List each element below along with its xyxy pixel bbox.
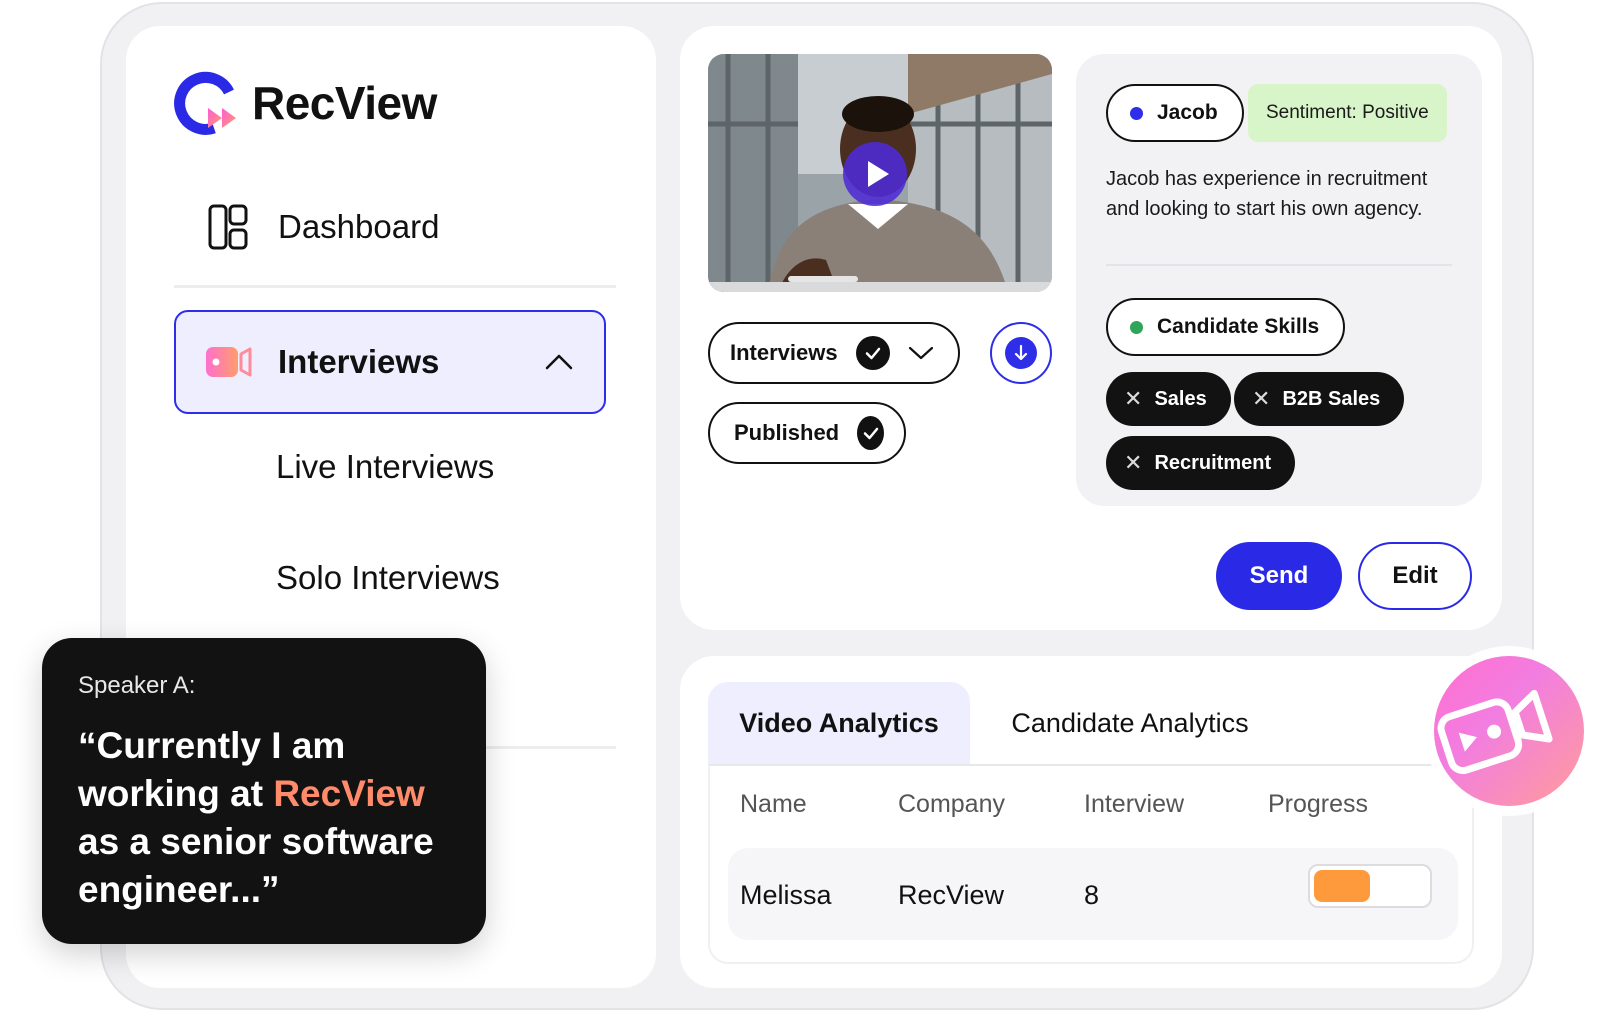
download-button[interactable] — [990, 322, 1052, 384]
speaker-quote-card: Speaker A: “Currently I am working at Re… — [42, 638, 486, 944]
divider — [174, 285, 616, 288]
send-button[interactable]: Send — [1216, 542, 1342, 610]
play-icon[interactable] — [843, 142, 907, 206]
published-label: Published — [734, 420, 840, 445]
status-dot — [1130, 320, 1143, 334]
tab-candidate-analytics[interactable]: Candidate Analytics — [980, 682, 1280, 764]
candidate-summary: Jacob has experience in recruitment and … — [1106, 168, 1428, 220]
divider — [1106, 264, 1452, 266]
quote-text-end: as a senior software engineer...” — [78, 821, 434, 910]
progress-bar — [1308, 864, 1432, 908]
recview-logo-icon — [174, 71, 236, 135]
skill-chip-label: B2B Sales — [1282, 387, 1381, 410]
video-camera-icon — [1437, 689, 1553, 775]
close-icon[interactable]: ✕ — [1124, 386, 1142, 412]
candidate-name-tag[interactable]: Jacob — [1106, 84, 1244, 142]
interview-detail-card: Interviews Published Jacob Sentiment: Po… — [680, 26, 1502, 630]
candidate-profile-panel: Jacob Sentiment: Positive Jacob has expe… — [1076, 54, 1482, 506]
sidebar-subitem-solo-interviews[interactable]: Solo Interviews — [276, 559, 500, 597]
skill-chip-recruitment[interactable]: ✕ Recruitment — [1106, 436, 1296, 490]
cell-company: RecView — [898, 880, 1005, 910]
check-icon — [857, 416, 884, 450]
quote-text: “Currently I am working at RecView as a … — [78, 722, 450, 914]
tab-video-analytics[interactable]: Video Analytics — [708, 682, 970, 764]
cell-name: Melissa — [740, 880, 832, 910]
sidebar-item-label: Dashboard — [278, 208, 440, 245]
column-header-name: Name — [740, 790, 807, 818]
sidebar-subitem-live-interviews[interactable]: Live Interviews — [276, 448, 494, 486]
chevron-down-icon — [908, 346, 933, 360]
status-dot — [1130, 106, 1143, 120]
interviews-filter-dropdown[interactable]: Interviews — [708, 322, 960, 384]
sidebar-item-dashboard[interactable]: Dashboard — [208, 204, 439, 250]
logo-text: RecView — [252, 77, 437, 129]
column-header-company: Company — [898, 790, 1005, 818]
interviews-filter-label: Interviews — [730, 340, 838, 365]
close-icon[interactable]: ✕ — [1124, 450, 1142, 476]
candidate-name: Jacob — [1157, 101, 1218, 124]
column-header-progress: Progress — [1268, 790, 1369, 818]
analytics-card: Video Analytics Candidate Analytics Name… — [680, 656, 1502, 988]
skill-chip-label: Sales — [1154, 387, 1207, 410]
skill-chip-sales[interactable]: ✕ Sales — [1106, 372, 1231, 426]
edit-button[interactable]: Edit — [1358, 542, 1472, 610]
check-icon — [855, 336, 890, 370]
quote-brand: RecView — [273, 773, 425, 814]
dashboard-grid-icon — [208, 204, 248, 250]
video-camera-badge — [1434, 656, 1584, 806]
progress-bar-fill — [1314, 870, 1370, 902]
column-header-interview: Interview — [1084, 790, 1185, 818]
published-status-toggle[interactable]: Published — [708, 402, 906, 464]
logo[interactable]: RecView — [174, 70, 437, 136]
download-arrow-icon — [1005, 337, 1037, 369]
cell-interview: 8 — [1084, 880, 1100, 910]
skill-chip-label: Recruitment — [1154, 451, 1272, 474]
sentiment-badge: Sentiment: Positive — [1248, 84, 1447, 142]
skill-chip-b2b-sales[interactable]: ✕ B2B Sales — [1234, 372, 1405, 426]
speaker-label: Speaker A: — [78, 672, 196, 699]
video-thumbnail[interactable] — [708, 54, 1052, 292]
candidate-skills-tag[interactable]: Candidate Skills — [1106, 298, 1346, 356]
chevron-up-icon[interactable] — [544, 352, 574, 372]
video-camera-icon — [206, 347, 252, 377]
sidebar-item-label: Interviews — [278, 343, 440, 380]
sidebar-item-interviews[interactable]: Interviews — [174, 310, 606, 414]
close-icon[interactable]: ✕ — [1252, 386, 1270, 412]
candidate-skills-label: Candidate Skills — [1157, 315, 1320, 338]
